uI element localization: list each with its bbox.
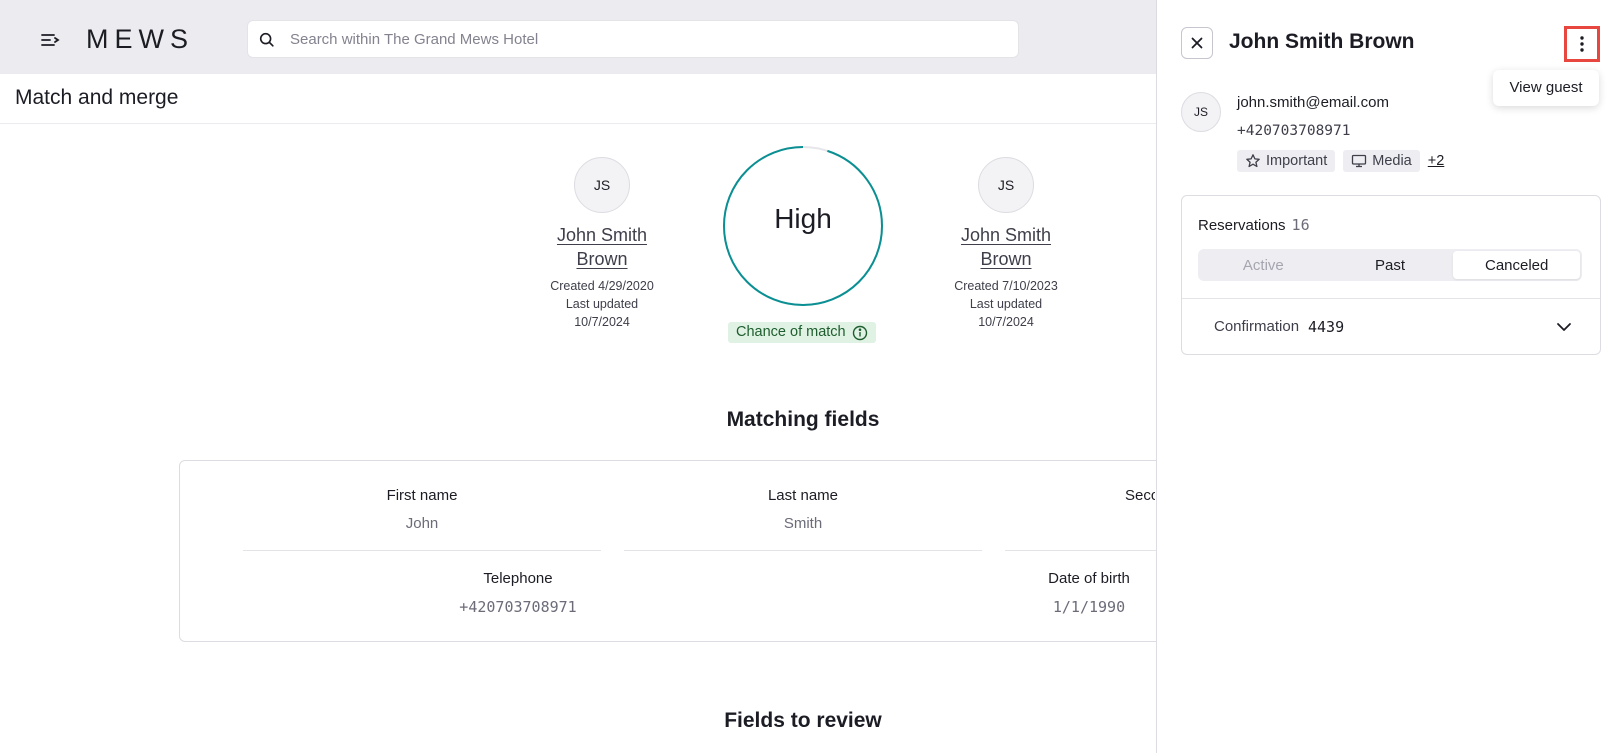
tag-label: Important	[1266, 153, 1328, 169]
menu-toggle-icon[interactable]	[38, 28, 62, 52]
search-input[interactable]	[282, 21, 1002, 57]
top-bar: MEWS	[0, 0, 1156, 74]
field-second-name: Secc	[1005, 487, 1155, 504]
field-label: Telephone	[483, 570, 553, 587]
created-date: Created 7/10/2023	[954, 279, 1058, 293]
confirmation-value: 4439	[1308, 318, 1345, 336]
confirmation-label: Confirmation	[1214, 318, 1300, 335]
close-icon	[1191, 37, 1203, 49]
field-value: Smith	[783, 515, 823, 532]
guest-phone: +420703708971	[1237, 123, 1351, 139]
right-profile: JS John Smith Brown Created 7/10/2023 La…	[941, 157, 1071, 331]
field-first-name: First name John	[243, 487, 601, 532]
reservations-header: Reservations 16	[1198, 216, 1310, 234]
presentation-icon	[1352, 154, 1367, 168]
view-guest-tooltip[interactable]: View guest	[1493, 70, 1599, 106]
profile-name-line: Brown	[980, 249, 1032, 269]
field-divider	[243, 550, 601, 551]
profile-name-line: Brown	[576, 249, 628, 269]
tab-past[interactable]: Past	[1327, 251, 1454, 279]
more-options-button[interactable]	[1564, 26, 1600, 62]
close-button[interactable]	[1181, 27, 1213, 59]
more-tags-link[interactable]: +2	[1428, 153, 1445, 169]
avatar: JS	[574, 157, 630, 213]
tab-active[interactable]: Active	[1200, 251, 1327, 279]
mews-logo[interactable]: MEWS	[86, 24, 194, 55]
guest-email: john.smith@email.com	[1237, 94, 1389, 111]
search-icon	[259, 32, 274, 47]
left-profile: JS John Smith Brown Created 4/29/2020 La…	[537, 157, 667, 331]
updated-date: 10/7/2024	[978, 315, 1034, 329]
profile-meta: Created 4/29/2020 Last updated 10/7/2024	[537, 277, 667, 331]
reservation-tabs: Active Past Canceled	[1198, 249, 1582, 281]
field-value: John	[405, 515, 439, 532]
reservations-count: 16	[1291, 216, 1310, 234]
field-divider	[624, 550, 982, 551]
field-value: +420703708971	[459, 598, 577, 616]
panel-title: John Smith Brown	[1229, 30, 1415, 53]
guest-side-panel: John Smith Brown View guest JS john.smit…	[1156, 0, 1624, 753]
tag-important: Important	[1237, 150, 1336, 172]
info-icon[interactable]	[852, 325, 868, 341]
tag-label: Media	[1372, 153, 1412, 169]
more-vertical-icon	[1580, 36, 1584, 52]
reservation-row[interactable]: Confirmation 4439	[1182, 299, 1600, 355]
field-label: First name	[386, 487, 458, 504]
reservations-label: Reservations	[1198, 217, 1286, 234]
avatar: JS	[978, 157, 1034, 213]
right-profile-name-link[interactable]: John Smith Brown	[941, 223, 1071, 271]
match-score-label: High	[774, 203, 832, 234]
match-score-ring: High	[722, 145, 884, 307]
reservations-card: Reservations 16 Active Past Canceled Conf…	[1181, 195, 1601, 355]
star-icon	[1246, 154, 1260, 168]
chance-of-match-badge: Chance of match	[728, 322, 876, 343]
page-title: Match and merge	[15, 86, 179, 109]
updated-label: Last updated	[969, 297, 1043, 311]
guest-tags: Important Media +2	[1237, 150, 1444, 172]
left-profile-name-link[interactable]: John Smith Brown	[537, 223, 667, 271]
field-telephone: Telephone +420703708971	[339, 570, 697, 616]
field-last-name: Last name Smith	[624, 487, 982, 532]
field-label: Secc	[1125, 487, 1155, 504]
page-header: Match and merge	[0, 74, 1156, 124]
profile-name-line: John Smith	[556, 225, 648, 245]
chance-label: Chance of match	[736, 324, 846, 340]
tab-canceled[interactable]: Canceled	[1453, 251, 1581, 279]
updated-date: 10/7/2024	[574, 315, 630, 329]
field-divider	[1005, 550, 1156, 551]
search-bar[interactable]	[247, 20, 1019, 58]
profile-meta: Created 7/10/2023 Last updated 10/7/2024	[941, 277, 1071, 331]
profile-name-line: John Smith	[960, 225, 1052, 245]
tag-media: Media	[1343, 150, 1420, 172]
chevron-down-icon[interactable]	[1554, 317, 1574, 337]
avatar: JS	[1181, 92, 1221, 132]
field-label: Last name	[767, 487, 839, 504]
created-date: Created 4/29/2020	[550, 279, 654, 293]
updated-label: Last updated	[565, 297, 639, 311]
